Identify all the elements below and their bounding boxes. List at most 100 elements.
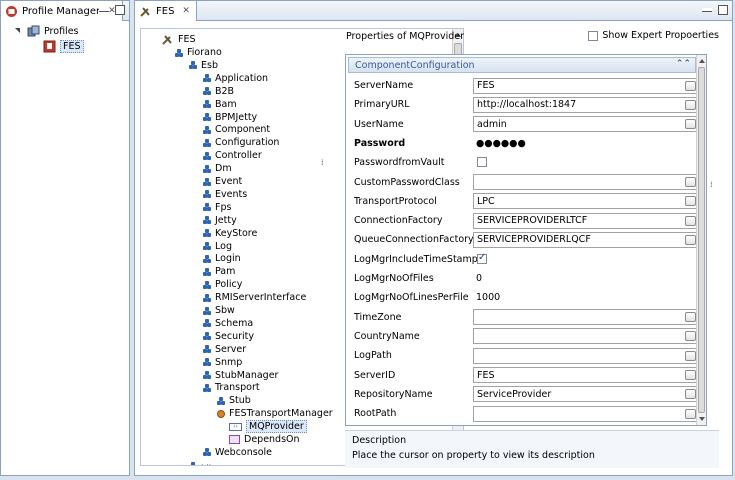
tree-node[interactable]: Bam bbox=[203, 98, 237, 111]
ellipsis-button[interactable] bbox=[685, 215, 696, 226]
ellipsis-button[interactable] bbox=[685, 389, 696, 400]
property-field[interactable]: 0 bbox=[473, 270, 699, 287]
ellipsis-button[interactable] bbox=[685, 350, 696, 361]
tree-node[interactable]: FESTransportManager bbox=[217, 407, 333, 420]
property-field[interactable]: SERVICEPROVIDERLTCF bbox=[473, 212, 699, 229]
tree-node[interactable]: Log bbox=[203, 240, 232, 253]
tree-node[interactable]: BPMJetty bbox=[203, 111, 257, 124]
tree-node[interactable]: Policy bbox=[203, 278, 242, 291]
property-label: ServerName bbox=[354, 80, 414, 91]
property-row: Password ●●●●●● bbox=[349, 134, 699, 153]
tree-node[interactable]: Server bbox=[203, 343, 246, 356]
property-field[interactable]: SERVICEPROVIDERLQCF bbox=[473, 231, 699, 248]
property-field[interactable] bbox=[473, 328, 699, 345]
tree-node[interactable]: Dm bbox=[203, 162, 232, 175]
tree-node[interactable]: Webconsole bbox=[203, 446, 272, 459]
tree-item-profiles[interactable]: Profiles bbox=[15, 23, 79, 39]
tree-node[interactable]: Schema bbox=[203, 317, 253, 330]
tree-node[interactable]: Stub bbox=[217, 394, 251, 407]
tree-node[interactable]: RMIServerInterface bbox=[203, 291, 306, 304]
property-field[interactable]: FES bbox=[473, 77, 699, 94]
property-row: LogMgrNoOfFiles 0 bbox=[349, 269, 699, 288]
property-field[interactable] bbox=[473, 174, 699, 190]
ellipsis-button[interactable] bbox=[685, 312, 696, 323]
property-field[interactable]: FES bbox=[473, 367, 699, 383]
ellipsis-button[interactable] bbox=[685, 196, 696, 207]
tree-node-label: Bam bbox=[215, 98, 237, 110]
server-icon bbox=[43, 40, 56, 52]
property-label: RepositoryName bbox=[354, 388, 433, 400]
minimize-icon[interactable] bbox=[702, 8, 712, 12]
tree-node[interactable]: Transport bbox=[203, 381, 260, 394]
property-field[interactable] bbox=[473, 347, 699, 364]
tree-node[interactable]: ‹› MQProvider bbox=[229, 420, 307, 434]
tree-node-label: RMIServerInterface bbox=[215, 292, 307, 304]
ellipsis-button[interactable] bbox=[685, 177, 696, 187]
minimize-icon[interactable] bbox=[99, 8, 109, 12]
tree-node[interactable]: Controller bbox=[203, 149, 262, 162]
maximize-icon[interactable] bbox=[718, 5, 728, 15]
tree-node[interactable]: Events bbox=[203, 188, 247, 201]
tree-item-fes-profile[interactable]: FES bbox=[43, 38, 84, 54]
tree-node[interactable]: Security bbox=[203, 330, 254, 343]
property-row: ServerID FES bbox=[349, 366, 699, 385]
password-field[interactable]: ●●●●●● bbox=[473, 135, 699, 152]
show-expert-toggle[interactable]: Show Expert Propoerties bbox=[588, 30, 719, 41]
expand-icon[interactable] bbox=[15, 27, 23, 35]
tree-node-label: Application bbox=[215, 72, 269, 84]
ellipsis-button[interactable] bbox=[685, 99, 696, 110]
properties-scrollbar[interactable] bbox=[696, 55, 706, 425]
tree-node[interactable]: Configuration bbox=[203, 136, 279, 149]
tree-node[interactable]: Esb bbox=[189, 59, 218, 72]
ellipsis-button[interactable] bbox=[685, 234, 696, 245]
tree-node[interactable]: Jetty bbox=[203, 214, 237, 227]
scroll-up-icon[interactable] bbox=[699, 59, 705, 63]
sash-grip-icon[interactable]: ⁞ bbox=[710, 180, 713, 189]
property-field[interactable]: admin bbox=[473, 116, 699, 133]
tree-node[interactable]: Fiorano bbox=[175, 46, 222, 59]
show-expert-checkbox[interactable] bbox=[588, 30, 599, 41]
tab-fes[interactable]: FES ✕ bbox=[135, 1, 197, 21]
property-field[interactable]: ServiceProvider bbox=[473, 386, 699, 403]
section-header[interactable]: ComponentConfiguration ⌃⌃ bbox=[348, 57, 696, 73]
tree-node-label: Esb bbox=[201, 59, 218, 71]
property-field[interactable] bbox=[473, 405, 699, 422]
maximize-icon[interactable] bbox=[115, 5, 125, 15]
tree-node-root[interactable]: FES bbox=[161, 33, 196, 46]
tree-node[interactable]: Component bbox=[203, 123, 270, 136]
tree-node[interactable]: Event bbox=[203, 175, 242, 188]
ellipsis-button[interactable] bbox=[685, 80, 696, 91]
property-checkbox[interactable] bbox=[477, 252, 487, 264]
tree-node[interactable]: DependsOn bbox=[229, 433, 300, 446]
tree-node-label: B2B bbox=[215, 85, 235, 97]
tree-node[interactable]: B2B bbox=[203, 85, 234, 98]
property-row: ServerName FES bbox=[349, 76, 699, 95]
property-value: 1000 bbox=[476, 292, 501, 304]
tree-node[interactable]: Fps bbox=[203, 201, 231, 214]
scroll-down-icon[interactable] bbox=[699, 417, 705, 421]
close-icon[interactable]: ✕ bbox=[182, 6, 190, 16]
tree-node[interactable]: Snmp bbox=[203, 356, 242, 369]
node-icon bbox=[189, 61, 197, 70]
ellipsis-button[interactable] bbox=[685, 331, 696, 342]
tree-node[interactable]: Application bbox=[203, 72, 268, 85]
property-field[interactable]: 1000 bbox=[473, 289, 699, 306]
tree-node-label: Dm bbox=[215, 163, 232, 175]
sash-grip-icon[interactable]: ⁞ bbox=[321, 158, 324, 167]
tree-node[interactable]: KeyStore bbox=[203, 227, 257, 240]
properties-scroll-thumb[interactable] bbox=[698, 67, 705, 413]
property-field[interactable] bbox=[473, 309, 699, 326]
ellipsis-button[interactable] bbox=[685, 119, 696, 130]
property-row: LogPath bbox=[349, 346, 699, 365]
tree-node[interactable]: Pam bbox=[203, 265, 235, 278]
property-label: CustomPasswordClass bbox=[354, 176, 460, 188]
tree-node[interactable]: StubManager bbox=[203, 369, 278, 382]
property-field[interactable]: LPC bbox=[473, 193, 699, 210]
ellipsis-button[interactable] bbox=[685, 370, 696, 380]
ellipsis-button[interactable] bbox=[685, 408, 696, 419]
tree-node[interactable]: Sbw bbox=[203, 304, 235, 317]
tree-node[interactable]: Login bbox=[203, 252, 241, 265]
collapse-icon[interactable]: ⌃⌃ bbox=[676, 59, 691, 69]
property-field[interactable]: http://localhost:1847 bbox=[473, 96, 699, 113]
property-checkbox[interactable] bbox=[477, 157, 487, 168]
